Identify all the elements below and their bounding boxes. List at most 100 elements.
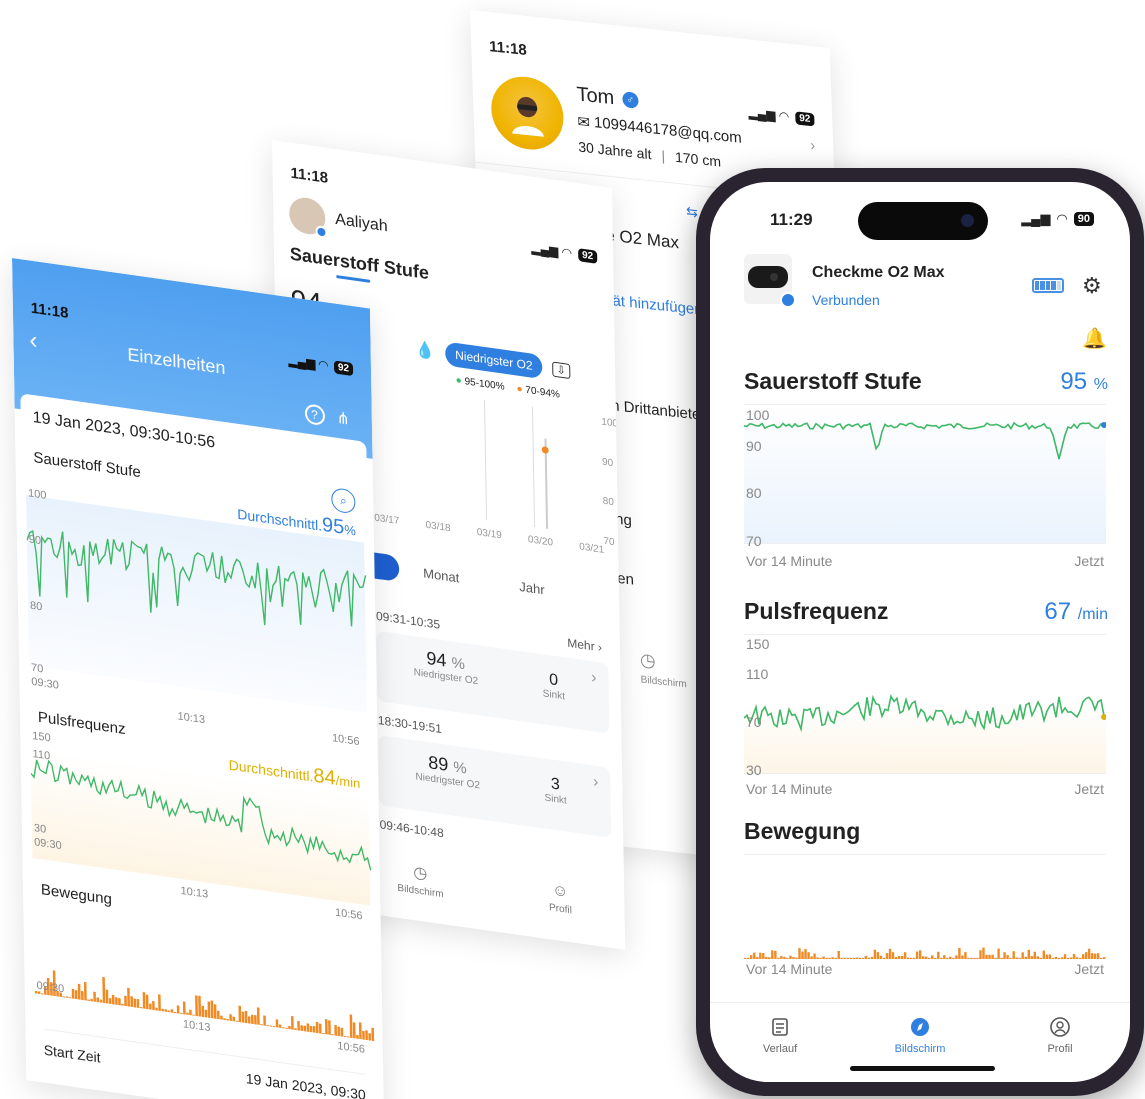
movement-bar: [867, 958, 871, 959]
more-link[interactable]: Mehr ›: [567, 636, 602, 655]
movement-bar: [1100, 958, 1103, 959]
movement-bar: [885, 953, 889, 959]
movement-bar: [334, 1024, 338, 1036]
movement-bar: [912, 958, 916, 959]
movement-bar: [226, 1018, 229, 1021]
movement-bar: [158, 994, 161, 1012]
y-tick: 80: [746, 485, 762, 501]
movement-bar: [928, 958, 931, 959]
movement-bar: [870, 956, 874, 959]
status-icons: ▂▄▆ ◠ 92: [531, 241, 598, 264]
movement-bar: [192, 1014, 195, 1016]
movement-bar: [195, 995, 198, 1017]
movement-bar: [121, 1003, 124, 1006]
movement-bar: [1045, 954, 1049, 959]
tab-label: Bildschirm: [894, 1043, 946, 1055]
movement-bar: [244, 1010, 248, 1024]
movement-bar: [362, 1030, 365, 1040]
movement-bar: [744, 958, 747, 959]
movement-bar: [861, 958, 865, 959]
movement-bar: [241, 1011, 245, 1023]
battery-level: 92: [577, 247, 598, 264]
pulse-chart: [744, 634, 1106, 774]
movement-bar: [1066, 958, 1070, 959]
tab-profil[interactable]: ☺ Profil: [549, 881, 572, 918]
avatar[interactable]: [490, 73, 565, 154]
movement-bar: [1069, 957, 1073, 959]
movement-bar: [900, 956, 904, 959]
pulse-line: [744, 694, 1106, 733]
movement-bar: [961, 955, 964, 959]
tab-label: Profil: [1047, 1043, 1073, 1055]
movement-bar: [291, 1016, 294, 1030]
movement-bar: [115, 997, 118, 1006]
movement-bar: [964, 952, 967, 959]
movement-bar: [1003, 952, 1006, 959]
movement-bar: [1090, 953, 1094, 959]
details-screen: 11:18 ▂▄▆ ◠ 92 ‹ Einzelheiten ? ⋔ 19 Jan…: [12, 258, 385, 1099]
movement-bar: [1072, 953, 1076, 959]
movement-bar: [819, 958, 822, 959]
tab-history[interactable]: Verlauf: [725, 1017, 835, 1055]
movement-bar: [1063, 954, 1067, 959]
chevron-right-icon: ›: [591, 669, 597, 687]
movement-bar: [65, 996, 69, 999]
movement-bar: [789, 955, 792, 959]
help-icon[interactable]: ?: [304, 403, 325, 427]
export-icon[interactable]: ⇩: [552, 361, 570, 379]
movement-bar: [774, 950, 777, 959]
movement-bar: [337, 1026, 341, 1037]
back-icon[interactable]: ‹: [29, 326, 37, 355]
movement-bar: [831, 957, 834, 959]
movement-bar: [807, 952, 810, 959]
movement-bar: [903, 952, 907, 959]
movement-bar: [958, 948, 961, 959]
movement-bar: [952, 958, 955, 959]
movement-bar: [127, 987, 130, 1007]
current-point: [1101, 422, 1106, 428]
movement-bar: [282, 1027, 285, 1029]
movement-bar: [297, 1020, 300, 1031]
movement-bar: [210, 1000, 214, 1019]
avatar[interactable]: [288, 195, 328, 239]
period-year[interactable]: Jahr: [519, 578, 545, 597]
movement-bar: [1042, 950, 1045, 959]
device-name: Checkme O2 Max: [812, 264, 945, 281]
movement-bar: [40, 993, 44, 995]
bell-icon[interactable]: 🔔: [1082, 326, 1107, 351]
zoom-icon[interactable]: ⌕: [331, 487, 356, 515]
device-thumbnail[interactable]: [744, 254, 796, 308]
movement-bar: [783, 956, 786, 959]
movement-bar: [882, 958, 886, 959]
tab-profile[interactable]: Profil: [1005, 1017, 1115, 1055]
movement-bar: [223, 1018, 226, 1021]
movement-bar: [747, 958, 750, 959]
movement-bar: [792, 957, 795, 959]
history-chart: 100 90 80 70 03/17 03/18 03/19 03/20 03/21: [372, 384, 618, 566]
movement-bar: [940, 958, 943, 959]
chevron-right-icon[interactable]: ›: [810, 137, 816, 155]
movement-chart: [744, 854, 1106, 959]
movement-bar: [288, 1025, 291, 1030]
tab-monitor[interactable]: Bildschirm: [865, 1017, 975, 1055]
tab-bildschirm[interactable]: ◷ Bildschirm: [397, 860, 443, 900]
period-month[interactable]: Monat: [423, 565, 459, 585]
person-icon: [512, 96, 545, 137]
battery-level: 92: [794, 110, 815, 126]
movement-bar: [254, 1015, 257, 1025]
settings-icon[interactable]: ⚙: [1082, 273, 1102, 299]
movement-bar: [340, 1027, 344, 1037]
movement-bar: [810, 956, 813, 959]
spo2-value: 95 %: [1060, 368, 1108, 395]
movement-bar: [1000, 958, 1003, 959]
share-icon[interactable]: ⋔: [336, 408, 350, 430]
movement-bar: [846, 958, 849, 959]
movement-bar: [180, 1012, 183, 1015]
movement-bar: [925, 956, 928, 959]
movement-bar: [985, 954, 988, 959]
movement-bar: [207, 1001, 211, 1019]
movement-bar: [155, 1007, 158, 1011]
movement-bar: [247, 1016, 251, 1024]
movement-bar: [937, 951, 940, 959]
profile-age: 30 Jahre alt: [578, 137, 652, 162]
